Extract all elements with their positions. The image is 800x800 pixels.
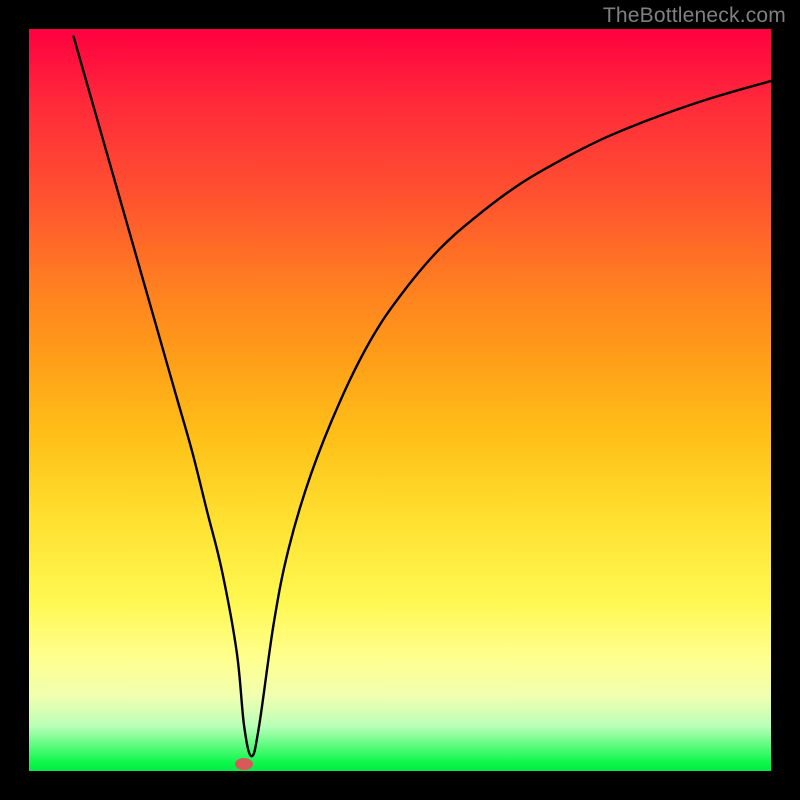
plot-area (29, 29, 771, 771)
optimum-marker (235, 758, 253, 770)
bottleneck-curve (74, 36, 771, 756)
curve-layer (29, 29, 771, 771)
watermark-text: TheBottleneck.com (603, 4, 786, 28)
chart-frame: TheBottleneck.com (0, 0, 800, 800)
